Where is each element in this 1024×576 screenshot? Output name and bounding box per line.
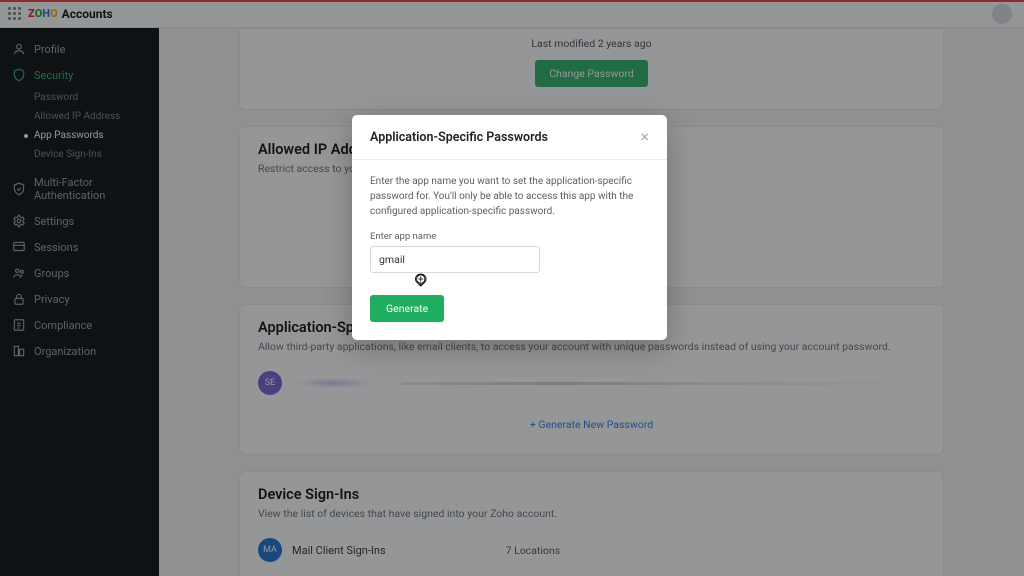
asp-modal: Application-Specific Passwords × Enter t… — [352, 115, 667, 340]
modal-description: Enter the app name you want to set the a… — [370, 174, 649, 219]
modal-header: Application-Specific Passwords × — [352, 115, 667, 160]
app-name-label: Enter app name — [370, 231, 649, 242]
close-icon[interactable]: × — [640, 129, 649, 145]
generate-button[interactable]: Generate — [370, 295, 444, 322]
modal-title: Application-Specific Passwords — [370, 130, 640, 145]
app-name-input[interactable] — [370, 246, 540, 273]
